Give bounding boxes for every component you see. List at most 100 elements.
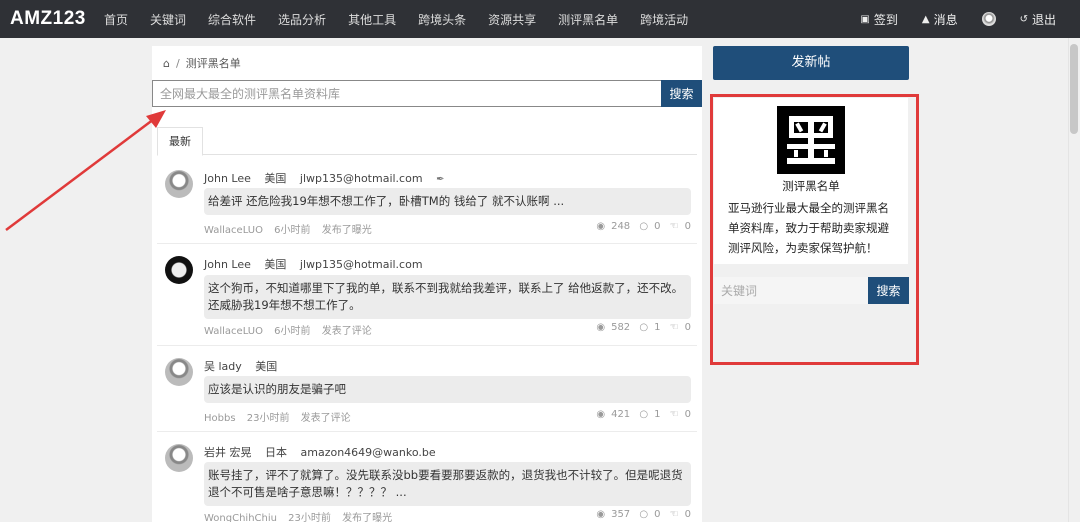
post-user[interactable]: Hobbs xyxy=(204,413,236,424)
post-header: John Lee 美国 jlwp135@hotmail.com ✒ xyxy=(204,170,454,186)
views-count: 582 xyxy=(611,322,631,333)
nav-item-blacklist[interactable]: 测评黑名单 xyxy=(558,11,618,28)
messages-link[interactable]: ▲ 消息 xyxy=(922,11,958,28)
logout-link[interactable]: ↺ 退出 xyxy=(1020,11,1056,28)
post-header: John Lee 美国 jlwp135@hotmail.com xyxy=(204,256,433,272)
main-nav: 首页 关键词 综合软件 选品分析 其他工具 跨境头条 资源共享 测评黑名单 跨境… xyxy=(104,0,710,38)
checkin-label: 签到 xyxy=(873,12,898,27)
post-stats: ◉ 248 ○ 0 ☜ 0 xyxy=(590,221,691,232)
top-navbar: AMZ123 首页 关键词 综合软件 选品分析 其他工具 跨境头条 资源共享 测… xyxy=(0,0,1080,38)
new-post-button[interactable]: 发新帖 xyxy=(713,46,909,80)
comments-count: 1 xyxy=(654,409,661,420)
checkin-link[interactable]: ▣ 签到 xyxy=(860,11,897,28)
user-avatar-link[interactable] xyxy=(981,12,996,26)
eye-icon: ◉ xyxy=(596,409,606,420)
messages-label: 消息 xyxy=(933,12,958,27)
user-nav: ▣ 签到 ▲ 消息 ↺ 退出 xyxy=(836,0,1056,38)
eye-icon: ◉ xyxy=(596,509,606,520)
breadcrumb-current: 测评黑名单 xyxy=(185,57,241,70)
logout-label: 退出 xyxy=(1031,12,1056,27)
avatar[interactable] xyxy=(165,256,193,284)
post-author[interactable]: John Lee xyxy=(204,258,251,271)
scrollbar-thumb[interactable] xyxy=(1070,44,1078,134)
post-email: jlwp135@hotmail.com xyxy=(299,172,423,185)
likes-count: 0 xyxy=(684,509,691,520)
nav-item-home[interactable]: 首页 xyxy=(104,11,128,28)
post-time: 6小时前 xyxy=(274,225,311,236)
comments-count: 0 xyxy=(654,509,661,520)
avatar xyxy=(981,12,996,26)
comments-count: 0 xyxy=(654,221,661,232)
likes-count: 0 xyxy=(684,322,691,333)
post-content[interactable]: 这个狗币，不知道哪里下了我的单，联系不到我就给我差评，联系上了 给他返款了，还不… xyxy=(204,275,691,319)
post-stats: ◉ 357 ○ 0 ☜ 0 xyxy=(590,509,691,520)
avatar[interactable] xyxy=(165,358,193,386)
post-action: 发布了曝光 xyxy=(321,225,372,236)
nav-item-resources[interactable]: 资源共享 xyxy=(488,11,536,28)
breadcrumb: ⌂ / 测评黑名单 xyxy=(163,55,241,71)
post-country: 美国 xyxy=(264,258,287,271)
list-item[interactable]: 岩井 宏晃 日本 amazon4649@wanko.be 账号挂了，评不了就算了… xyxy=(157,432,697,522)
post-country: 日本 xyxy=(265,446,287,459)
eye-icon: ◉ xyxy=(596,221,606,232)
tab-bar: 最新 xyxy=(157,127,697,156)
post-country: 美国 xyxy=(255,360,278,373)
search-input[interactable] xyxy=(152,80,661,107)
post-time: 23小时前 xyxy=(246,413,290,424)
breadcrumb-separator: / xyxy=(175,56,180,70)
post-footer: WongChihChiu 23小时前 发布了曝光 ◉ 357 ○ 0 ☜ 0 xyxy=(204,509,691,522)
nav-item-software[interactable]: 综合软件 xyxy=(208,11,256,28)
thumbs-up-icon[interactable]: ☜ xyxy=(670,509,679,520)
comment-icon[interactable]: ○ xyxy=(639,322,648,333)
post-header: 吴 lady 美国 xyxy=(204,358,287,374)
eye-icon: ◉ xyxy=(596,322,606,333)
post-user[interactable]: WongChihChiu xyxy=(204,513,277,522)
post-author[interactable]: John Lee xyxy=(204,172,251,185)
logout-icon: ↺ xyxy=(1019,13,1028,25)
nav-item-product-analysis[interactable]: 选品分析 xyxy=(278,11,326,28)
site-logo[interactable]: AMZ123 xyxy=(0,8,104,30)
views-count: 421 xyxy=(611,409,631,420)
post-action: 发表了评论 xyxy=(321,326,372,337)
avatar[interactable] xyxy=(165,444,193,472)
main-content: ⌂ / 测评黑名单 搜索 最新 John Lee 美国 jlwp135@hotm… xyxy=(152,46,702,522)
comment-icon[interactable]: ○ xyxy=(639,409,648,420)
post-content[interactable]: 应该是认识的朋友是骗子吧 xyxy=(204,376,691,403)
nav-item-keywords[interactable]: 关键词 xyxy=(150,11,186,28)
post-stats: ◉ 582 ○ 1 ☜ 0 xyxy=(590,322,691,333)
post-stats: ◉ 421 ○ 1 ☜ 0 xyxy=(590,409,691,420)
post-user[interactable]: WallaceLUO xyxy=(204,225,263,236)
post-content[interactable]: 给差评 还危险我19年想不想工作了，卧槽TM的 钱给了 就不认账啊 ... xyxy=(204,188,691,215)
comment-icon[interactable]: ○ xyxy=(639,509,648,520)
post-user[interactable]: WallaceLUO xyxy=(204,326,263,337)
post-author[interactable]: 岩井 宏晃 xyxy=(204,446,252,459)
bell-icon: ▲ xyxy=(921,13,930,25)
nav-item-headlines[interactable]: 跨境头条 xyxy=(418,11,466,28)
nav-item-other-tools[interactable]: 其他工具 xyxy=(348,11,396,28)
home-icon[interactable]: ⌂ xyxy=(163,57,170,70)
post-footer: Hobbs 23小时前 发表了评论 ◉ 421 ○ 1 ☜ 0 xyxy=(204,409,691,424)
thumbs-up-icon[interactable]: ☜ xyxy=(670,221,679,232)
post-email: jlwp135@hotmail.com xyxy=(299,258,423,271)
annotation-arrow-icon xyxy=(5,110,166,231)
post-email: amazon4649@wanko.be xyxy=(300,446,436,459)
gift-icon: ▣ xyxy=(860,13,870,25)
post-action: 发表了评论 xyxy=(300,413,351,424)
list-item[interactable]: 吴 lady 美国 应该是认识的朋友是骗子吧 Hobbs 23小时前 发表了评论… xyxy=(157,346,697,432)
post-time: 6小时前 xyxy=(274,326,311,337)
list-item[interactable]: John Lee 美国 jlwp135@hotmail.com ✒ 给差评 还危… xyxy=(157,158,697,244)
post-time: 23小时前 xyxy=(288,513,331,522)
thumbs-up-icon[interactable]: ☜ xyxy=(670,322,679,333)
post-footer: WallaceLUO 6小时前 发表了评论 ◉ 582 ○ 1 ☜ 0 xyxy=(204,322,691,337)
comment-icon[interactable]: ○ xyxy=(639,221,648,232)
attachment-icon: ✒ xyxy=(436,174,445,185)
list-item[interactable]: John Lee 美国 jlwp135@hotmail.com 这个狗币，不知道… xyxy=(157,244,697,346)
search-button[interactable]: 搜索 xyxy=(661,80,702,107)
thumbs-up-icon[interactable]: ☜ xyxy=(670,409,679,420)
blacklist-search: 搜索 xyxy=(152,80,702,107)
nav-item-events[interactable]: 跨境活动 xyxy=(640,11,688,28)
post-author[interactable]: 吴 lady xyxy=(204,360,242,373)
post-list: John Lee 美国 jlwp135@hotmail.com ✒ 给差评 还危… xyxy=(152,158,702,522)
post-content[interactable]: 账号挂了，评不了就算了。没先联系没bb要看要那要返款的，退货我也不计较了。但是呢… xyxy=(204,462,691,506)
post-header: 岩井 宏晃 日本 amazon4649@wanko.be xyxy=(204,444,446,460)
